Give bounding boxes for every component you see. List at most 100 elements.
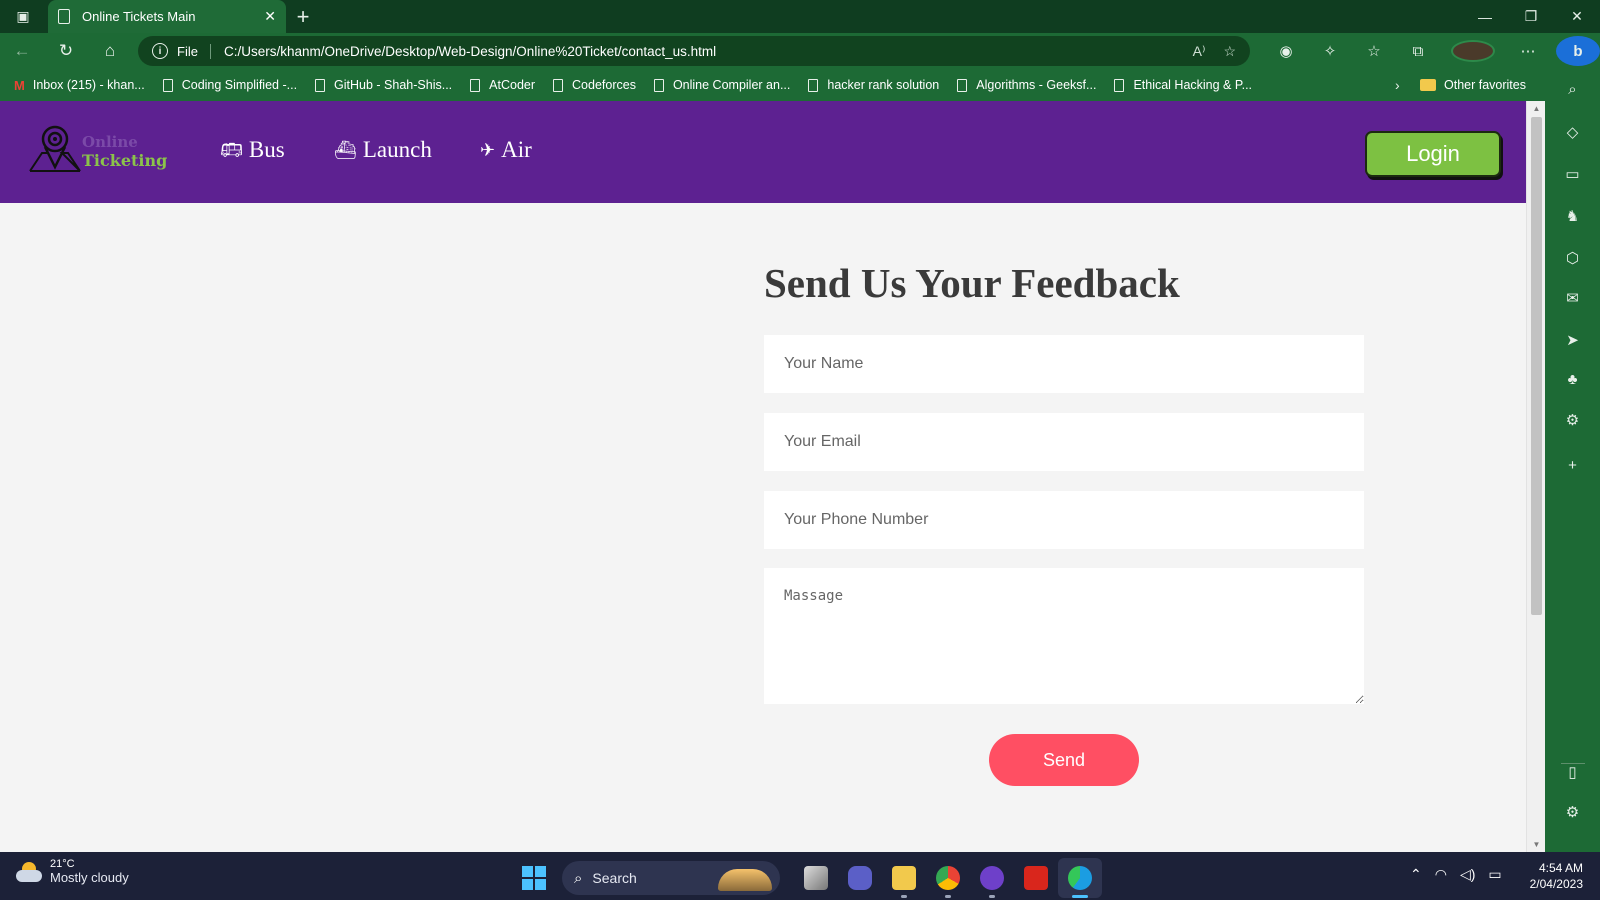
new-tab-button[interactable]: + [286,4,320,30]
more-icon[interactable]: ⋯ [1506,42,1550,60]
bing-chat-icon[interactable]: b [1556,36,1600,66]
info-icon[interactable]: i [152,43,168,59]
openai-icon[interactable]: ⚙ [1545,411,1600,429]
temperature: 21°C [50,858,75,870]
chevron-up-icon[interactable]: ⌃ [1410,866,1422,883]
browser-tab-bar: ▣ Online Tickets Main ✕ + — ❐ ✕ [0,0,1600,33]
phone-input[interactable] [764,491,1364,549]
collections-icon[interactable]: ⧉ [1396,43,1440,60]
scheme-label: File [177,43,211,59]
bus-icon: 🚌︎ [220,139,243,160]
settings-icon[interactable]: ⚙ [1545,803,1600,821]
back-button[interactable]: ← [0,33,44,69]
address-bar[interactable]: i File C:/Users/khanm/OneDrive/Desktop/W… [138,36,1250,66]
scroll-up-icon[interactable]: ▲ [1527,104,1546,113]
windows-taskbar: 21°C Mostly cloudy ⌕ Search ⌃ ◠ ◁) ▭ 4:5… [0,852,1600,900]
taskbar-search[interactable]: ⌕ Search [562,861,780,895]
minimize-button[interactable]: — [1462,0,1508,33]
send-button[interactable]: Send [989,734,1139,786]
page-icon [58,9,70,24]
favorite-item[interactable]: Ethical Hacking & P... [1114,78,1252,92]
page-icon [653,78,664,92]
site-logo[interactable]: Online Ticketing [28,123,178,179]
name-input[interactable] [764,335,1364,393]
ship-icon: ⛴︎ [334,139,357,160]
url-text[interactable]: C:/Users/khanm/OneDrive/Desktop/Web-Desi… [224,44,1175,59]
teams-chat-icon[interactable] [838,858,882,898]
tab-actions-icon[interactable]: ▣ [0,0,46,33]
gmail-icon: M [14,77,25,93]
favorites-icon[interactable]: ☆ [1352,42,1396,60]
logo-text-line1: Online [82,133,138,151]
add-favorite-icon[interactable]: ☆ [1223,43,1236,60]
favorite-item[interactable]: Algorithms - Geeksf... [957,78,1096,92]
tab-title: Online Tickets Main [82,9,196,24]
address-toolbar: ← ↻ ⌂ i File C:/Users/khanm/OneDrive/Des… [0,33,1600,69]
login-button[interactable]: Login [1365,131,1501,177]
tag-icon[interactable]: ◇ [1545,123,1600,141]
logo-text-line2: Ticketing [82,151,168,170]
close-tab-icon[interactable]: ✕ [264,8,276,25]
chrome-icon[interactable] [926,858,970,898]
page-icon [470,78,481,92]
github-desktop-icon[interactable] [970,858,1014,898]
page-icon [957,78,968,92]
task-view-icon[interactable] [794,858,838,898]
scrollbar-thumb[interactable] [1531,117,1542,615]
nav-launch[interactable]: ⛴︎ Launch [334,137,432,163]
system-clock[interactable]: 4:54 AM 2/04/2023 [1521,860,1583,892]
favorites-bar: M Inbox (215) - khan... Coding Simplified… [0,69,1545,101]
refresh-button[interactable]: ↻ [44,33,88,69]
send-icon[interactable]: ➤ [1545,331,1600,349]
close-window-button[interactable]: ✕ [1554,0,1600,33]
weather-widget[interactable]: 21°C Mostly cloudy [16,858,129,885]
sidebar-toggle-icon[interactable]: ▯ [1545,763,1600,781]
tools-icon[interactable]: ⬡ [1545,249,1600,267]
cloudy-weather-icon [16,861,42,882]
weather-condition: Mostly cloudy [50,870,129,885]
page-viewport: Online Ticketing 🚌︎ Bus ⛴︎ Launch ✈︎ Air… [0,101,1526,852]
map-pin-icon [29,125,81,172]
start-button[interactable] [522,866,546,890]
tree-icon[interactable]: ♣ [1545,371,1600,388]
favorite-item[interactable]: Online Compiler an... [653,78,790,92]
edge-icon[interactable] [1058,858,1102,898]
page-icon [315,78,326,92]
games-icon[interactable]: ♞ [1545,207,1600,225]
favorite-item[interactable]: Codeforces [553,78,636,92]
nav-bus[interactable]: 🚌︎ Bus [220,137,285,163]
favorite-item[interactable]: AtCoder [470,78,535,92]
read-aloud-icon[interactable]: A⁾ [1193,43,1206,60]
folder-icon [1420,79,1436,91]
email-input[interactable] [764,413,1364,471]
message-textarea[interactable] [764,568,1364,704]
search-icon[interactable]: ⌕ [1545,81,1600,98]
extension-icon[interactable]: ◉ [1264,42,1308,60]
favorite-item[interactable]: Coding Simplified -... [162,78,297,92]
page-scrollbar[interactable]: ▲ ▼ [1526,101,1545,852]
acrobat-icon[interactable] [1014,858,1058,898]
search-highlight-image [718,869,772,891]
extensions-icon[interactable]: ✧ [1308,42,1352,60]
outlook-icon[interactable]: ✉ [1545,289,1600,307]
wifi-icon[interactable]: ◠ [1435,866,1447,883]
favorite-item[interactable]: GitHub - Shah-Shis... [315,78,452,92]
file-explorer-icon[interactable] [882,858,926,898]
browser-tab[interactable]: Online Tickets Main ✕ [48,0,286,33]
home-button[interactable]: ⌂ [88,33,132,69]
favorite-item[interactable]: M Inbox (215) - khan... [14,78,145,93]
battery-icon[interactable]: ▭ [1488,866,1501,883]
page-icon [808,78,819,92]
favorite-item[interactable]: hacker rank solution [808,78,939,92]
page-icon [553,78,564,92]
other-favorites[interactable]: Other favorites [1420,78,1526,92]
scroll-down-icon[interactable]: ▼ [1527,840,1546,849]
volume-icon[interactable]: ◁) [1460,866,1475,883]
restore-button[interactable]: ❐ [1508,0,1554,33]
chevron-right-icon[interactable]: › [1395,77,1400,93]
add-icon[interactable]: + [1545,457,1600,474]
plane-icon: ✈︎ [480,139,496,160]
nav-air[interactable]: ✈︎ Air [480,137,532,163]
profile-avatar[interactable] [1451,40,1495,62]
briefcase-icon[interactable]: ▭ [1545,165,1600,183]
